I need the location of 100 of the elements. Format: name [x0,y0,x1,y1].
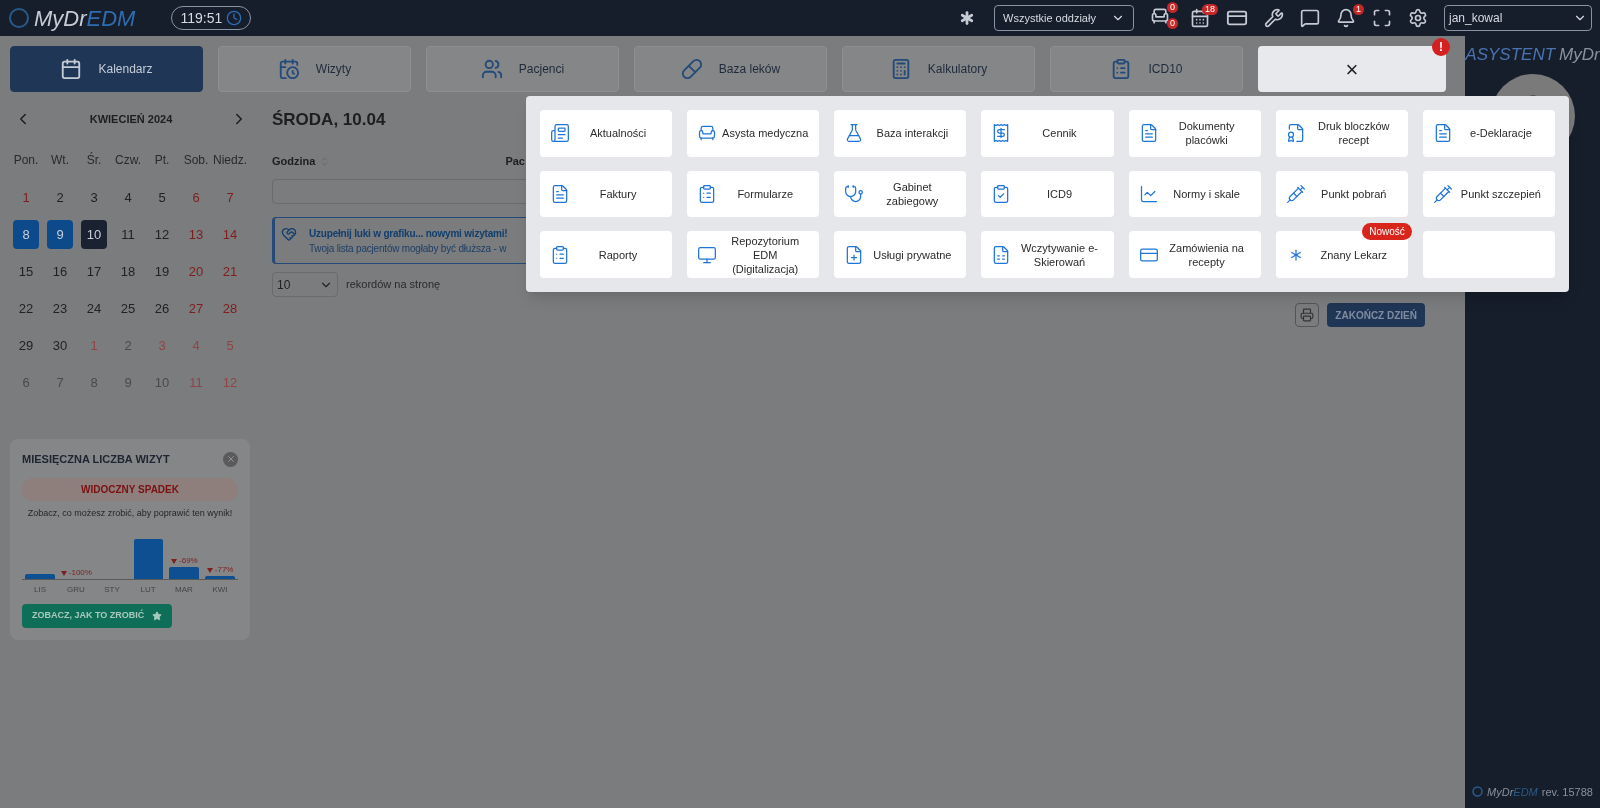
module-tile[interactable]: Normy i skale [1128,170,1261,218]
logo-icon [8,7,30,29]
document-icon [1285,123,1306,144]
module-tile[interactable]: Aktualności [540,110,673,157]
calendar-day[interactable]: 17 [81,257,107,286]
month-label: KWI [211,584,229,596]
calendar-day[interactable]: 18 [115,257,141,286]
calendar-day[interactable]: 22 [13,294,39,323]
clock-icon [226,10,243,26]
module-tile[interactable]: e-Deklaracje [1422,110,1555,157]
module-tile[interactable]: Raporty [540,231,673,278]
module-tile[interactable]: Dokumenty placówki [1128,110,1261,157]
banner-title: Uzupełnij luki w grafiku... nowymi wizytami! [309,227,508,241]
module-tile[interactable]: Faktury [540,170,673,218]
fullscreen-icon[interactable] [1372,8,1392,28]
change-label: -69% [179,555,198,567]
day-title: ŚRODA, 10.04 [272,109,386,132]
app-logo[interactable]: MyDrEDM [8,1,136,35]
syringe-icon [1432,184,1453,204]
calendar-day[interactable]: 6 [183,183,209,212]
calendar-day[interactable]: 25 [115,294,141,323]
tab-icon [480,58,503,80]
tab-icon [680,58,703,80]
calendar-day[interactable]: 15 [13,257,39,286]
calendar-day[interactable]: 3 [81,183,107,212]
calendar-day[interactable]: 21 [217,257,243,286]
calendar-day[interactable]: 28 [217,294,243,323]
calendar-day[interactable]: 30 [47,331,73,360]
calendar-day[interactable]: 2 [47,183,73,212]
newspaper-icon [550,123,570,144]
module-tile[interactable]: Usługi prywatne [834,231,967,278]
revision-label: rev. 15788 [1541,784,1593,800]
nav-tab[interactable]: Kalendarz [10,46,203,92]
month-label: LUT [139,584,157,596]
branch-select[interactable]: Wszystkie oddziały [994,5,1134,31]
nav-tab[interactable]: Pacjenci [426,46,619,92]
calendar-day[interactable]: 27 [183,294,209,323]
module-tile[interactable]: Zamówienia na recepty [1128,231,1261,278]
count-badge: 18 [1202,4,1218,15]
chair-icon[interactable] [1150,6,1170,26]
module-tile[interactable]: Baza interakcji [834,110,967,157]
column-header[interactable]: Godzina [272,152,331,170]
calendar-day[interactable]: 16 [47,257,73,286]
module-tile[interactable]: Gabinet zabiegowy [834,170,967,218]
calendar-day[interactable]: 23 [47,294,73,323]
calendar-day[interactable]: 4 [115,183,141,212]
calendar-day[interactable]: 29 [13,331,39,360]
calendar-day[interactable]: 7 [217,183,243,212]
column-header[interactable]: Pac [505,152,525,170]
chart-bar [133,539,164,579]
nav-tab[interactable]: ICD10 [1050,46,1243,92]
calendar-day[interactable]: 26 [149,294,175,323]
calendar-day[interactable]: 11 [115,220,141,249]
module-tile[interactable]: Druk bloczków recept [1275,110,1408,157]
calendar-day[interactable]: 19 [149,257,175,286]
widget-hint: Zobacz, co możesz zrobić, aby poprawić ten wynik! [26,506,234,520]
module-tile[interactable]: ICD9 [981,170,1114,218]
count-badge: 0 [1167,2,1178,13]
change-label: -77% [214,564,234,576]
calendar-day[interactable]: 10 [81,220,107,249]
chart-icon [1138,184,1159,204]
calendar-day[interactable]: 1 [13,183,39,212]
chart-bar [25,574,55,579]
calendar-day[interactable]: 20 [183,257,209,286]
bell-icon[interactable] [1336,8,1356,28]
weekday-label: Pon. [12,152,40,169]
wrench-icon[interactable] [1264,8,1284,28]
month-label: GRU [66,584,86,596]
per-page-select[interactable]: 10 [272,272,338,297]
new-badge: Nowość [1362,223,1412,241]
see-how-button[interactable]: ZOBACZ, JAK TO ZROBIĆ [22,604,173,628]
calendar-day[interactable]: 13 [183,220,209,249]
change-label: -100% [68,567,92,579]
weekday-label: Śr. [85,151,103,169]
chat-icon[interactable] [1300,8,1320,28]
weekday-label: Pt. [153,152,171,169]
calendar-day[interactable]: 24 [81,294,107,323]
tab-icon [277,58,300,80]
user-select[interactable]: jan_kowal [1444,5,1592,31]
module-tile[interactable]: Repozytorium EDM (Digitalizacja) [687,231,820,278]
module-tile[interactable]: Punkt pobrań [1275,170,1408,218]
print-icon[interactable] [1295,303,1320,327]
down-triangle-icon [60,570,67,576]
module-tile[interactable]: Wczytywanie e-Skierowań [981,231,1114,278]
module-tile[interactable]: Asysta medyczna [687,110,820,157]
module-tile[interactable]: Punkt szczepień [1422,170,1555,218]
module-tile[interactable]: Cennik [981,110,1114,157]
settings-icon[interactable] [1408,8,1428,28]
monitor-icon [697,244,718,265]
calendar-day[interactable]: 12 [149,220,175,249]
nav-tab[interactable]: Kalkulatory [842,46,1035,92]
end-day-button[interactable]: ZAKOŃCZ DZIEŃ [1327,303,1425,327]
nav-tab[interactable]: Wizyty [218,46,411,92]
module-tile[interactable]: Formularze [687,170,820,218]
calendar-day[interactable]: 9 [47,220,73,249]
nav-tab[interactable]: Baza leków [634,46,827,92]
calendar-day[interactable]: 14 [217,220,243,249]
calendar-day[interactable]: 5 [149,183,175,212]
logo-icon [1472,786,1484,798]
calendar-day[interactable]: 8 [13,220,39,249]
